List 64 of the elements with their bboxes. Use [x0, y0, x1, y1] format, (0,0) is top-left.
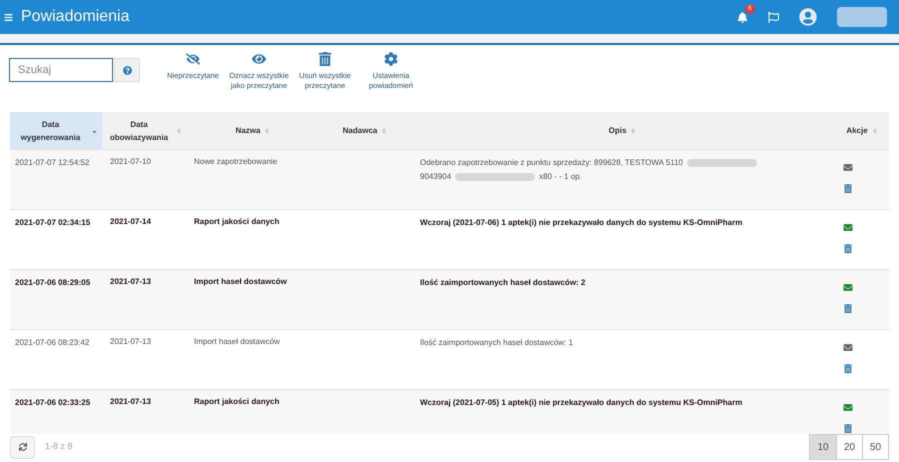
- table-cell: Odebrano zapotrzebowanie z punktu sprzedaży: 899628, TESTOWA 5110: [420, 158, 683, 167]
- refresh-icon: [18, 443, 26, 451]
- table-cell: 9043904: [420, 172, 452, 181]
- avatar-icon[interactable]: [799, 8, 817, 26]
- menu-icon[interactable]: [4, 12, 13, 22]
- sort-icon: [630, 128, 636, 134]
- column-header[interactable]: Akcje: [835, 112, 889, 149]
- table-cell: x80 - - 1 op.: [539, 172, 582, 181]
- redacted-text: [686, 158, 757, 167]
- table-cell: 2021-07-07 12:54:52: [15, 158, 90, 167]
- table-cell: 2021-07-14: [110, 217, 151, 226]
- trash-icon[interactable]: [844, 244, 852, 253]
- table-cell: Ilość zaimportowanych haseł dostawców: 2: [420, 278, 586, 287]
- eye-slash-icon: [186, 52, 200, 66]
- eye-icon: [252, 52, 266, 66]
- table-cell: 2021-07-10: [110, 157, 151, 166]
- table-cell: Wczoraj (2021-07-05) 1 aptek(i) nie przekazywało danych do systemu KS-OmniPharm: [420, 398, 742, 407]
- bell-icon[interactable]: [737, 12, 748, 22]
- column-header[interactable]: Data obowiazywania: [102, 112, 186, 149]
- trash-icon[interactable]: [844, 364, 852, 373]
- table-cell: Nowe zapotrzebowanie: [194, 157, 278, 166]
- trash-icon: [318, 52, 332, 66]
- refresh-button[interactable]: [10, 436, 35, 458]
- page-title: Powiadomienia: [21, 7, 130, 27]
- envelope-icon[interactable]: [843, 343, 853, 352]
- column-header[interactable]: Nadawca: [320, 112, 410, 149]
- table-cell: 2021-07-13: [110, 397, 151, 406]
- table-cell: 2021-07-06 08:29:05: [15, 278, 90, 287]
- table-cell: 2021-07-13: [110, 277, 151, 286]
- redacted-text: [837, 7, 887, 27]
- table-cell: Ilość zaimportowanych haseł dostawców: 1: [420, 338, 573, 347]
- column-header[interactable]: Opis: [410, 112, 835, 149]
- trash-icon[interactable]: [844, 304, 852, 313]
- search-field[interactable]: Szukaj: [9, 58, 113, 82]
- page-range: 1-8 z 8: [45, 440, 73, 454]
- table-cell: Raport jakości danych: [194, 397, 280, 406]
- table-cell: 2021-07-06 02:33:25: [15, 398, 90, 407]
- envelope-icon[interactable]: [843, 403, 853, 412]
- envelope-icon[interactable]: [843, 163, 853, 172]
- help-button[interactable]: [114, 58, 140, 82]
- flag-icon[interactable]: [768, 12, 779, 22]
- table-row[interactable]: 2021-07-07 12:54:52 2021-07-10 Nowe zapotrzebowanie Odebrano zapotrzebowanie z punktu sprzedaży: 899628, TESTOWA 5110 9043904 x80 - - 1 op.: [10, 149, 889, 209]
- envelope-icon[interactable]: [843, 283, 853, 292]
- sort-icon: [264, 128, 270, 134]
- table-cell: 2021-07-13: [110, 337, 151, 346]
- table-row[interactable]: 2021-07-06 08:29:05 2021-07-13 Import haseł dostawców Ilość zaimportowanych haseł dostawców: 2: [10, 269, 889, 329]
- sort-icon: [381, 128, 388, 134]
- envelope-icon[interactable]: [843, 223, 853, 232]
- gear-icon: [384, 52, 398, 66]
- table-row[interactable]: 2021-07-06 02:33:25 2021-07-13 Raport jakości danych Wczoraj (2021-07-05) 1 aptek(i) nie przekazywało danych do systemu KS-OmniPharm: [10, 389, 889, 434]
- table-cell: Wczoraj (2021-07-06) 1 aptek(i) nie przekazywało danych do systemu KS-OmniPharm: [420, 218, 742, 227]
- table-cell: Import haseł dostawców: [194, 337, 280, 346]
- table-cell: Raport jakości danych: [194, 217, 280, 226]
- column-header[interactable]: Data wygenerowania: [10, 112, 102, 149]
- table-cell: 2021-07-07 02:34:15: [15, 218, 90, 227]
- page-size-button[interactable]: 10: [810, 435, 836, 459]
- table-cell: Import haseł dostawców: [194, 277, 287, 286]
- table-cell: 2021-07-06 08:23:42: [15, 338, 90, 347]
- trash-icon[interactable]: [844, 184, 852, 193]
- trash-icon[interactable]: [844, 424, 852, 433]
- help-icon: [122, 66, 132, 74]
- sort-icon: [872, 128, 878, 134]
- sort-icon: [176, 128, 182, 134]
- column-header[interactable]: Nazwa: [186, 112, 320, 149]
